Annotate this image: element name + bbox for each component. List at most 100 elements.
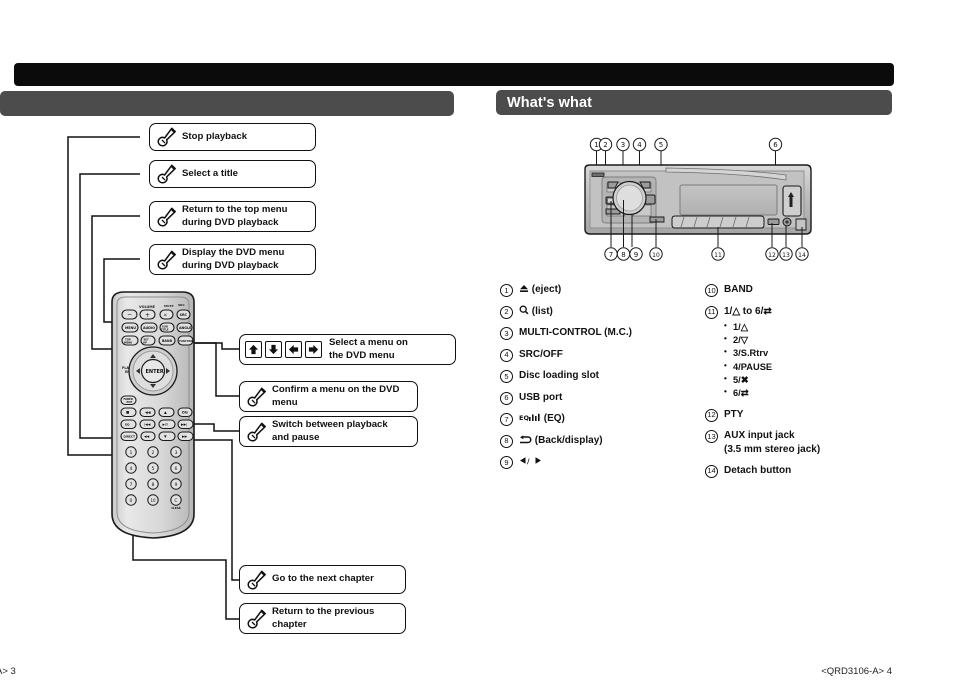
callout-label: Select a menu on the DVD menu [329, 336, 408, 361]
whats-what-title: What's what [507, 94, 593, 111]
whats-what-legend-column-a: 1 (eject) 2 (list) 3 MULTI-CONTROL (M.C.… [500, 283, 700, 477]
svg-text:MENU: MENU [124, 341, 132, 345]
legend-number: 4 [500, 348, 513, 362]
svg-text:EQ: EQ [519, 414, 529, 422]
legend-item-12: 12 PTY [705, 408, 900, 422]
pointing-hand-icon [245, 421, 269, 443]
legend-label: BAND [724, 284, 753, 295]
callout-return-to-top-menu: Return to the top menu during DVD playba… [149, 201, 316, 232]
pointing-hand-icon [155, 126, 179, 148]
callout-switch-playback-pause: Switch between playback and pause [239, 416, 418, 447]
legend-item-13: 13 AUX input jack (3.5 mm stereo jack) [705, 429, 900, 456]
svg-text:8: 8 [621, 251, 625, 259]
legend-item-14: 14 Detach button [705, 464, 900, 478]
svg-text:12: 12 [768, 252, 776, 259]
svg-text:4: 4 [130, 466, 133, 472]
right-section-header-bar: What's what [496, 90, 892, 115]
pointing-hand-icon [155, 206, 179, 228]
svg-text:7: 7 [130, 482, 133, 488]
svg-text:−: − [127, 311, 132, 318]
callout-select-a-title: Select a title [149, 160, 316, 188]
top-black-band [14, 63, 894, 86]
svg-text:▲: ▲ [164, 410, 167, 414]
svg-text:◼: ◼ [126, 409, 129, 414]
svg-text:ANGLE: ANGLE [179, 326, 192, 330]
svg-text:AUDIO: AUDIO [143, 326, 155, 330]
legend-label: 1/△ to 6/⇄ 1/△ 2/▽ 3/S.Rtrv 4/PAUSE 5/✖ … [724, 305, 772, 401]
legend-number: 13 [705, 430, 718, 444]
legend-item-3: 3 MULTI-CONTROL (M.C.) [500, 326, 700, 340]
svg-text:SRC: SRC [178, 303, 185, 307]
legend-number: 5 [500, 370, 513, 383]
sublist-item: 3/S.Rtrv [724, 346, 772, 360]
legend-item-2: 2 (list) [500, 305, 700, 319]
left-page-footer: A> 3 [0, 666, 16, 677]
svg-text:CLEAR: CLEAR [171, 506, 180, 510]
svg-text:EQ: EQ [125, 422, 130, 426]
list-search-icon [519, 305, 529, 314]
svg-text:EXIT: EXIT [127, 401, 133, 404]
callout-confirm-a-menu: Confirm a menu on the DVD menu [239, 381, 418, 412]
arrow-up-key-icon [245, 341, 262, 358]
legend-label-head: 1/△ to 6/⇄ [724, 305, 772, 317]
svg-text:▼: ▼ [164, 435, 167, 439]
svg-text:8: 8 [152, 482, 155, 488]
legend-item-6: 6 USB port [500, 391, 700, 405]
svg-text:MUTE: MUTE [164, 304, 174, 308]
svg-text:Dis: Dis [182, 410, 188, 414]
svg-text:5: 5 [152, 466, 155, 472]
legend-item-4: 4 SRC/OFF [500, 348, 700, 362]
svg-text:0: 0 [130, 498, 133, 504]
svg-text:|◀◀: |◀◀ [144, 423, 151, 427]
legend-number: 12 [705, 408, 718, 422]
left-right-icon: / [520, 457, 541, 465]
legend-item-7: 7 EQ (EQ) [500, 412, 700, 426]
svg-text:MENU: MENU [125, 326, 136, 330]
svg-text:VOLUME: VOLUME [139, 305, 156, 309]
callout-label: Go to the next chapter [272, 573, 374, 585]
arrow-left-key-icon [285, 341, 302, 358]
svg-text:ENTER: ENTER [146, 369, 164, 375]
arrow-down-key-icon [265, 341, 282, 358]
svg-text:C: C [174, 498, 177, 504]
svg-text:◀◀: ◀◀ [144, 435, 150, 439]
svg-text:DIRECT: DIRECT [124, 434, 135, 438]
legend-number: 14 [705, 464, 718, 478]
arrow-keys-group [245, 341, 322, 358]
legend-label: MULTI-CONTROL (M.C.) [519, 327, 632, 338]
legend-label: (list) [519, 305, 553, 319]
callout-label: Switch between playback and pause [272, 418, 388, 443]
svg-text:13: 13 [782, 252, 790, 259]
svg-text:FUNCTION: FUNCTION [179, 340, 193, 343]
svg-text:6: 6 [773, 141, 778, 149]
legend-label: Detach button [724, 464, 792, 476]
legend-label: (Back/display) [519, 434, 603, 448]
callout-stop-playback: Stop playback [149, 123, 316, 151]
car-stereo-head-unit-diagram: 12 34 56 7 8 9 10 11 12 13 14 [580, 135, 815, 270]
legend-label: / [519, 455, 543, 469]
right-page-footer: <QRD3106-A> 4 [821, 666, 892, 677]
svg-text:9: 9 [175, 482, 178, 488]
pointing-hand-icon [155, 163, 179, 185]
pointing-hand-icon [245, 608, 269, 630]
legend-label: AUX input jack (3.5 mm stereo jack) [724, 429, 820, 456]
svg-text:6: 6 [175, 466, 178, 472]
legend-item-8: 8 (Back/display) [500, 434, 700, 448]
legend-label-sub: (3.5 mm stereo jack) [724, 443, 821, 455]
back-arrow-icon [520, 434, 532, 443]
svg-text:TITLE: TITLE [161, 328, 169, 332]
callout-label: Select a title [182, 167, 238, 179]
svg-text:14: 14 [798, 252, 806, 259]
svg-text:1: 1 [594, 141, 598, 149]
legend-label: (eject) [519, 283, 561, 297]
callout-label: Return to the top menu during DVD playba… [182, 203, 288, 228]
sublist-item: 1/△ [724, 320, 772, 334]
pointing-hand-icon [245, 569, 269, 591]
whats-what-legend-column-b: 10 BAND 11 1/△ to 6/⇄ 1/△ 2/▽ 3/S.Rtrv 4… [705, 283, 900, 485]
legend-item-11: 11 1/△ to 6/⇄ 1/△ 2/▽ 3/S.Rtrv 4/PAUSE 5… [705, 305, 900, 401]
svg-text:▶▶: ▶▶ [182, 435, 188, 439]
sublist-item: 6/⇄ [724, 386, 772, 400]
svg-text:3: 3 [175, 450, 178, 456]
legend-item-5: 5 Disc loading slot [500, 369, 700, 383]
svg-text:SRC: SRC [180, 313, 188, 317]
